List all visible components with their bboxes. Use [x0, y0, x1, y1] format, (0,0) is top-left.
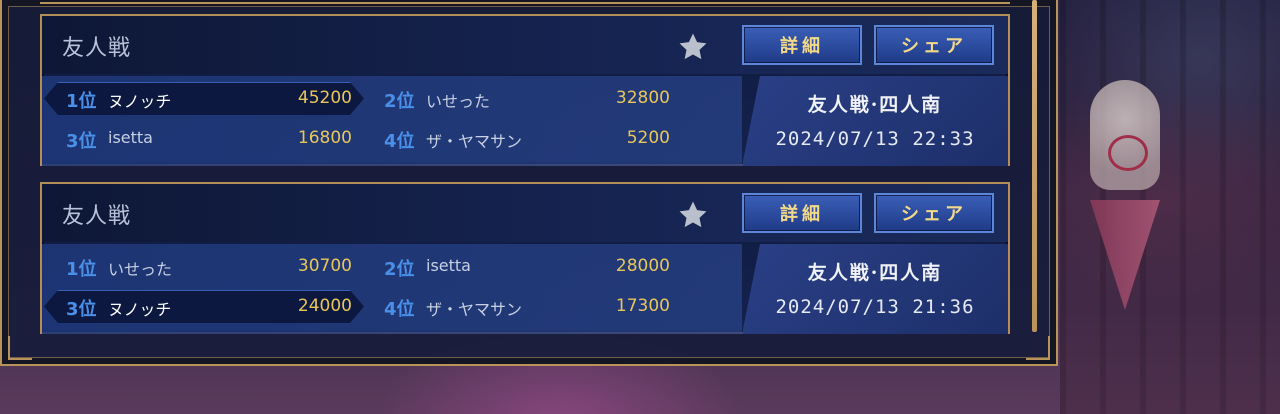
player-row: 4位 ザ・ヤマサン 17300 — [362, 290, 682, 322]
player-rank: 2位 — [384, 259, 415, 280]
record-card: 友人戦 詳細 シェア 1位 いせった 30700 2位 isetta 28000… — [40, 182, 1010, 334]
player-rank: 1位 — [66, 91, 97, 112]
player-row: 1位 ヌノッチ 45200 — [44, 82, 364, 114]
record-title: 友人戦 — [62, 36, 132, 61]
player-name: ヌノッチ — [108, 300, 172, 319]
player-row: 2位 isetta 28000 — [362, 250, 682, 282]
previous-card-edge — [40, 0, 1010, 4]
game-record-panel: 友人戦 詳細 シェア 1位 ヌノッチ 45200 2位 いせった 32800 3… — [0, 0, 1058, 366]
player-name: ザ・ヤマサン — [426, 132, 523, 151]
player-name: isetta — [108, 128, 153, 147]
star-icon[interactable] — [676, 198, 710, 232]
detail-button[interactable]: 詳細 — [742, 193, 862, 233]
player-score: 16800 — [297, 128, 352, 148]
record-header: 友人戦 詳細 シェア — [42, 184, 1008, 242]
player-score: 28000 — [615, 256, 670, 276]
record-card: 友人戦 詳細 シェア 1位 ヌノッチ 45200 2位 いせった 32800 3… — [40, 14, 1010, 166]
lucky-cat-figure — [1090, 80, 1160, 190]
match-mode: 友人戦·四人南 — [807, 262, 943, 284]
star-icon[interactable] — [676, 30, 710, 64]
player-rank: 4位 — [384, 131, 415, 152]
detail-button[interactable]: 詳細 — [742, 25, 862, 65]
match-datetime: 2024/07/13 21:36 — [775, 296, 975, 318]
panel-corner-left — [8, 336, 32, 360]
player-row: 3位 ヌノッチ 24000 — [44, 290, 364, 322]
player-results: 1位 いせった 30700 2位 isetta 28000 3位 ヌノッチ 24… — [42, 244, 742, 334]
share-button[interactable]: シェア — [874, 25, 994, 65]
player-row: 1位 いせった 30700 — [44, 250, 364, 282]
match-datetime: 2024/07/13 22:33 — [775, 128, 975, 150]
player-row: 4位 ザ・ヤマサン 5200 — [362, 122, 682, 154]
player-row: 2位 いせった 32800 — [362, 82, 682, 114]
record-header: 友人戦 詳細 シェア — [42, 16, 1008, 74]
panel-corner-right — [1026, 336, 1050, 360]
match-mode: 友人戦·四人南 — [807, 94, 943, 116]
record-title: 友人戦 — [62, 204, 132, 229]
player-score: 30700 — [297, 256, 352, 276]
player-score: 32800 — [615, 88, 670, 108]
player-row: 3位 isetta 16800 — [44, 122, 364, 154]
player-rank: 2位 — [384, 91, 415, 112]
player-name: いせった — [108, 260, 173, 279]
scrollbar[interactable] — [1032, 0, 1037, 332]
player-score: 5200 — [626, 128, 670, 148]
player-name: isetta — [426, 256, 471, 275]
player-rank: 1位 — [66, 259, 97, 280]
player-results: 1位 ヌノッチ 45200 2位 いせった 32800 3位 isetta 16… — [42, 76, 742, 166]
player-name: いせった — [426, 92, 491, 111]
player-score: 45200 — [297, 88, 352, 108]
player-rank: 4位 — [384, 299, 415, 320]
player-name: ザ・ヤマサン — [426, 300, 523, 319]
share-button[interactable]: シェア — [874, 193, 994, 233]
player-rank: 3位 — [66, 299, 97, 320]
match-info: 友人戦·四人南 2024/07/13 22:33 — [742, 76, 1008, 166]
match-info: 友人戦·四人南 2024/07/13 21:36 — [742, 244, 1008, 334]
player-score: 24000 — [297, 296, 352, 316]
player-score: 17300 — [615, 296, 670, 316]
player-name: ヌノッチ — [108, 92, 172, 111]
player-rank: 3位 — [66, 131, 97, 152]
